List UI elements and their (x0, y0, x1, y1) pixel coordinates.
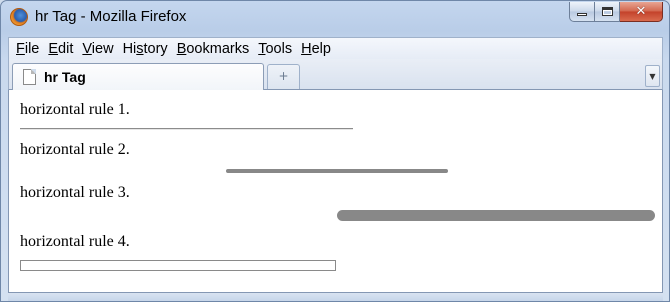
menu-file[interactable]: File (16, 41, 39, 57)
maximize-button[interactable] (595, 2, 620, 22)
maximize-icon (601, 7, 613, 16)
menu-file-accel: F (16, 40, 25, 57)
new-tab-button[interactable]: + (267, 64, 300, 89)
menu-edit-rest: dit (58, 40, 74, 57)
title-bar[interactable]: hr Tag - Mozilla Firefox ✕ (1, 1, 669, 33)
menu-view-accel: V (82, 40, 92, 57)
tab-list-button[interactable]: ▼ (645, 65, 660, 87)
paragraph-2: horizontal rule 2. (20, 141, 130, 158)
menu-history-pre: Hi (122, 40, 137, 57)
menu-bookmarks[interactable]: Bookmarks (177, 41, 250, 57)
menu-view[interactable]: View (82, 41, 113, 57)
menu-tools[interactable]: Tools (258, 41, 292, 57)
tab-strip: hr Tag + ▼ (8, 59, 663, 90)
window-bottom-edge (8, 293, 663, 301)
page-content: horizontal rule 1. horizontal rule 2. ho… (8, 90, 663, 293)
menu-bookmarks-rest: ookmarks (186, 40, 250, 57)
menu-history[interactable]: History (123, 41, 168, 57)
horizontal-rule-4 (20, 260, 336, 271)
browser-window: hr Tag - Mozilla Firefox ✕ File Edit Vie… (0, 0, 670, 302)
firefox-icon[interactable] (10, 8, 28, 26)
menu-edit-accel: E (48, 40, 59, 57)
menu-edit[interactable]: Edit (48, 41, 73, 57)
close-button[interactable]: ✕ (620, 2, 663, 22)
menu-help-rest: elp (311, 40, 331, 57)
horizontal-rule-2 (226, 169, 448, 173)
minimize-button[interactable] (569, 2, 595, 22)
horizontal-rule-3 (337, 210, 655, 221)
menu-history-rest: tory (143, 40, 168, 57)
minimize-icon (577, 13, 587, 16)
horizontal-rule-1 (20, 128, 353, 130)
menu-help[interactable]: Help (301, 41, 331, 57)
menu-help-accel: H (301, 40, 312, 57)
menu-history-accel: s (136, 40, 144, 57)
menu-bookmarks-accel: B (176, 40, 187, 57)
page-icon (23, 69, 36, 85)
menu-tools-rest: ools (265, 40, 293, 57)
tab-label: hr Tag (44, 69, 86, 85)
menu-bar: File Edit View History Bookmarks Tools H… (8, 37, 663, 59)
window-title: hr Tag - Mozilla Firefox (35, 8, 187, 25)
paragraph-4: horizontal rule 4. (20, 233, 130, 250)
paragraph-1: horizontal rule 1. (20, 101, 130, 118)
paragraph-3: horizontal rule 3. (20, 184, 130, 201)
tab-hr-tag[interactable]: hr Tag (12, 63, 264, 90)
menu-view-rest: iew (91, 40, 114, 57)
close-icon: ✕ (635, 4, 647, 19)
menu-file-rest: ile (24, 40, 40, 57)
window-controls: ✕ (569, 2, 663, 22)
